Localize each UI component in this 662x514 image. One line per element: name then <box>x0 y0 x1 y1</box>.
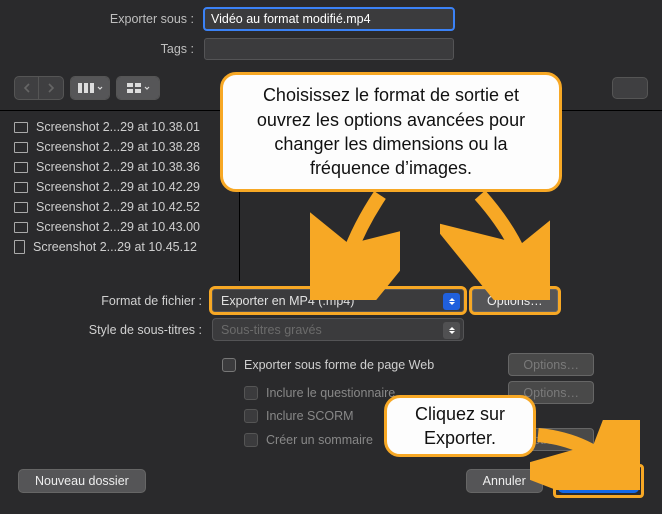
file-name: Screenshot 2...29 at 10.43.00 <box>36 220 200 234</box>
include-quiz-checkbox <box>244 386 258 400</box>
arrow-icon <box>440 190 550 300</box>
image-icon <box>14 202 28 213</box>
file-name: Screenshot 2...29 at 10.38.36 <box>36 160 200 174</box>
tags-input[interactable] <box>204 38 454 60</box>
export-as-label: Exporter sous : <box>0 12 204 26</box>
image-icon <box>14 240 25 254</box>
back-button[interactable] <box>15 77 39 99</box>
create-summary-label: Créer un sommaire <box>266 433 373 447</box>
file-name: Screenshot 2...29 at 10.38.28 <box>36 140 200 154</box>
list-item[interactable]: Screenshot 2...29 at 10.38.28 <box>0 137 239 157</box>
list-item[interactable]: Screenshot 2...29 at 10.42.29 <box>0 177 239 197</box>
group-by-button[interactable] <box>117 77 159 99</box>
filename-input[interactable] <box>204 8 454 30</box>
image-icon <box>14 142 28 153</box>
chevron-updown-icon <box>443 322 460 339</box>
new-folder-button[interactable]: Nouveau dossier <box>18 469 146 493</box>
list-item[interactable]: Screenshot 2...29 at 10.38.01 <box>0 117 239 137</box>
create-summary-checkbox <box>244 433 258 447</box>
file-format-label: Format de fichier : <box>0 294 212 308</box>
callout-format: Choisissez le format de sortie et ouvrez… <box>220 72 562 192</box>
list-item[interactable]: Screenshot 2...29 at 10.43.00 <box>0 217 239 237</box>
web-options-button: Options… <box>508 353 594 376</box>
arrow-icon <box>310 190 400 300</box>
tags-label: Tags : <box>0 42 204 56</box>
export-web-checkbox[interactable] <box>222 358 236 372</box>
list-item[interactable]: Screenshot 2...29 at 10.45.12 <box>0 237 239 257</box>
file-name: Screenshot 2...29 at 10.38.01 <box>36 120 200 134</box>
file-list: Screenshot 2...29 at 10.38.01 Screenshot… <box>0 111 240 281</box>
file-name: Screenshot 2...29 at 10.45.12 <box>33 240 197 254</box>
include-quiz-label: Inclure le questionnaire <box>266 386 395 400</box>
image-icon <box>14 122 28 133</box>
search-button[interactable] <box>612 77 648 99</box>
subtitle-style-value: Sous-titres gravés <box>221 323 322 337</box>
subtitle-style-label: Style de sous-titres : <box>0 323 212 337</box>
file-name: Screenshot 2...29 at 10.42.52 <box>36 200 200 214</box>
arrow-icon <box>530 420 640 490</box>
list-item[interactable]: Screenshot 2...29 at 10.38.36 <box>0 157 239 177</box>
image-icon <box>14 162 28 173</box>
forward-button[interactable] <box>39 77 63 99</box>
export-web-label: Exporter sous forme de page Web <box>244 358 434 372</box>
view-columns-button[interactable] <box>71 77 109 99</box>
file-name: Screenshot 2...29 at 10.42.29 <box>36 180 200 194</box>
image-icon <box>14 182 28 193</box>
include-scorm-label: Inclure SCORM <box>266 409 354 423</box>
list-item[interactable]: Screenshot 2...29 at 10.42.52 <box>0 197 239 217</box>
subtitle-style-select: Sous-titres gravés <box>212 318 464 341</box>
image-icon <box>14 222 28 233</box>
include-scorm-checkbox <box>244 409 258 423</box>
callout-export: Cliquez sur Exporter. <box>384 395 536 457</box>
